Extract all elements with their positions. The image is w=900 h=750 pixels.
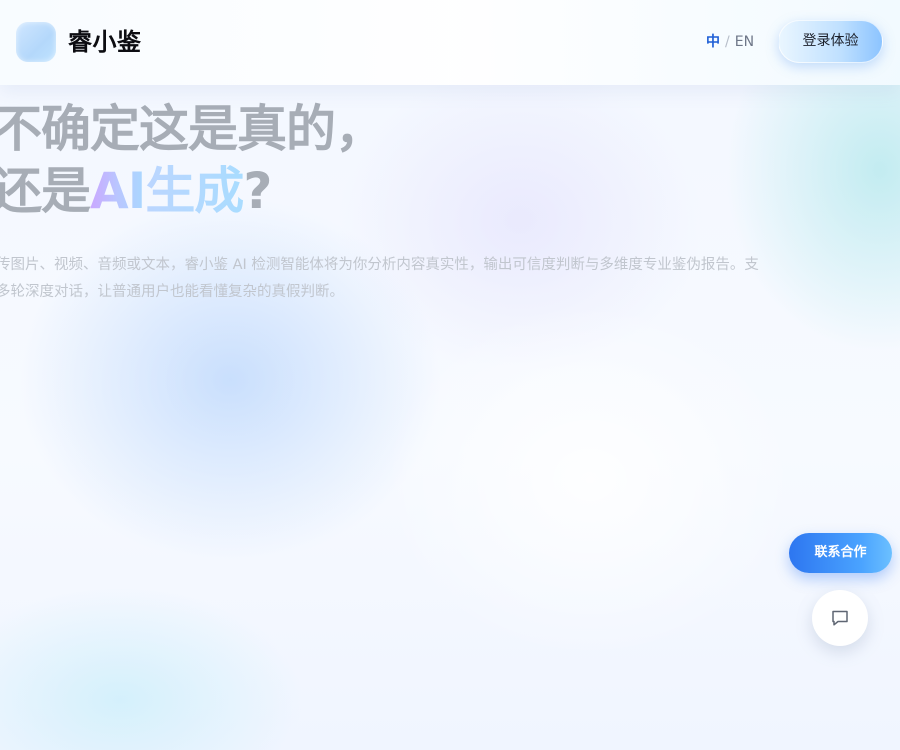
login-trial-button[interactable]: 登录体验	[778, 20, 883, 63]
background-glow	[380, 300, 800, 660]
lang-option-zh[interactable]: 中	[706, 34, 720, 50]
hero-description-line-1: 传图片、视频、音频或文本，睿小鉴 AI 检测智能体将为你分析内容真实性，输出可信…	[0, 257, 759, 273]
hero-title-prefix: 还是	[0, 162, 91, 220]
contact-cooperation-button[interactable]: 联系合作	[789, 533, 892, 573]
lang-separator: /	[725, 34, 730, 50]
hero-title-generated: 生成	[145, 162, 244, 220]
chat-button[interactable]	[812, 590, 868, 646]
hero-title-line-2: 还是AI生成?	[0, 160, 384, 222]
brand-logo-icon[interactable]	[16, 22, 56, 62]
hero-title-question: ?	[243, 162, 272, 220]
language-switcher: 中 / EN	[706, 33, 754, 51]
hero-description: 传图片、视频、音频或文本，睿小鉴 AI 检测智能体将为你分析内容真实性，输出可信…	[0, 252, 846, 306]
hero-description-line-2: 多轮深度对话，让普通用户也能看懂复杂的真假判断。	[0, 284, 344, 300]
chat-bubble-icon	[832, 610, 848, 626]
top-header: 睿小鉴 中 / EN 登录体验	[0, 0, 900, 85]
hero-title: 不确定这是真的， 还是AI生成?	[0, 98, 385, 222]
hero-title-line-1: 不确定这是真的，	[0, 100, 385, 158]
brand-name[interactable]: 睿小鉴	[68, 27, 142, 57]
lang-option-en[interactable]: EN	[735, 34, 754, 50]
hero-title-ai: AI	[90, 162, 146, 220]
